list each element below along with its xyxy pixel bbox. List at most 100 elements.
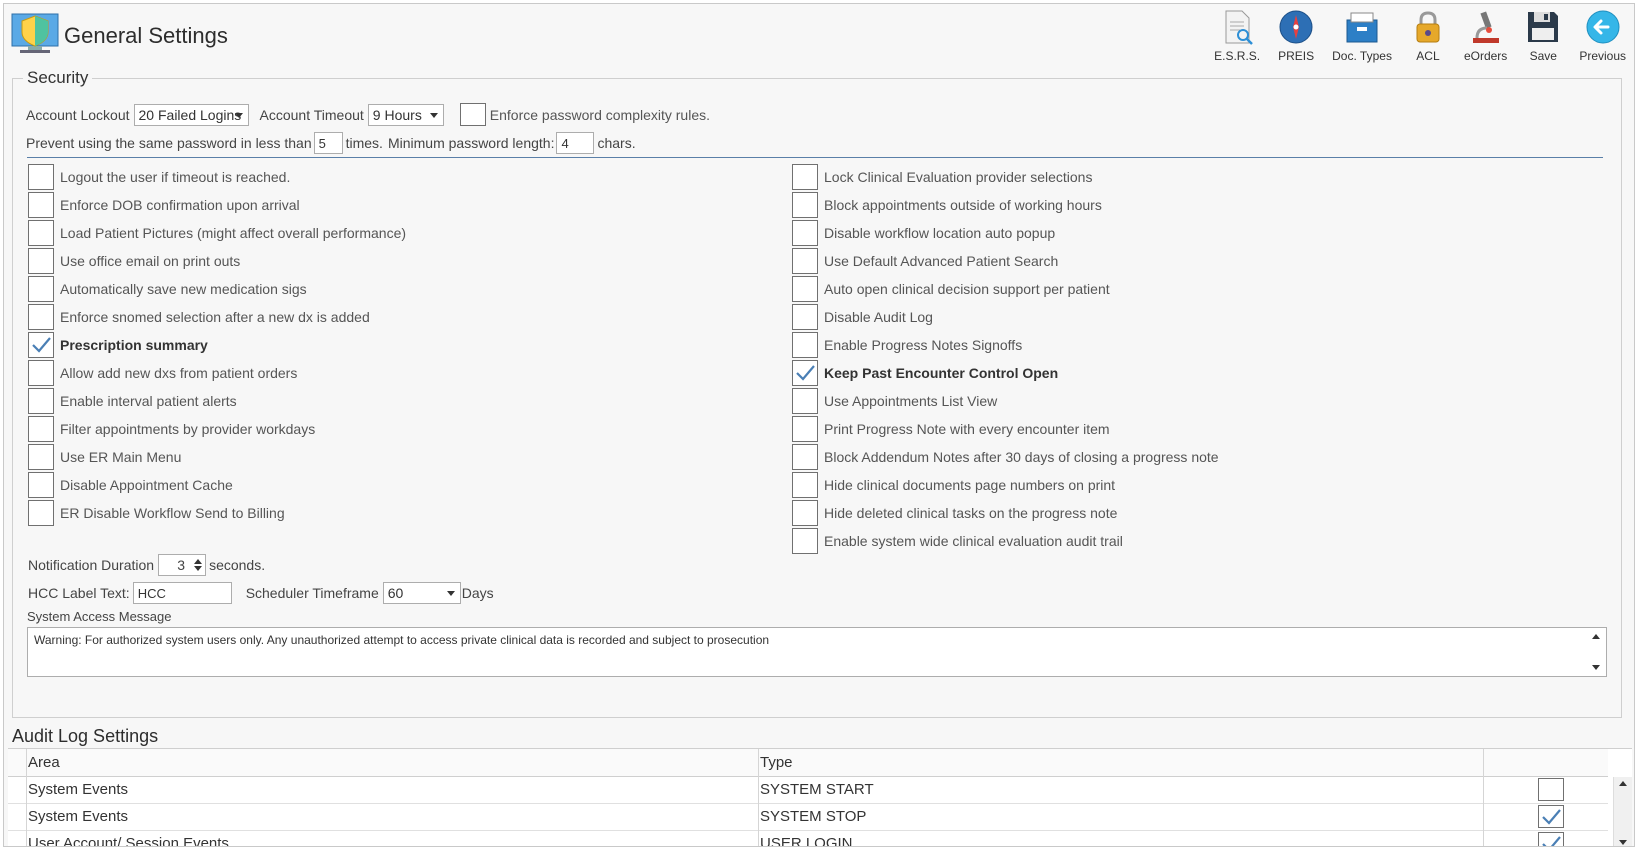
notification-duration-stepper[interactable]: 3 <box>158 554 207 576</box>
option-checkbox[interactable] <box>792 220 818 246</box>
chevron-down-icon[interactable] <box>194 566 203 571</box>
system-access-message-textarea[interactable]: Warning: For authorized system users onl… <box>27 627 1607 677</box>
option-checkbox[interactable] <box>28 276 54 302</box>
column-header-area[interactable]: Area <box>28 749 60 776</box>
option-right_options-4[interactable]: Auto open clinical decision support per … <box>792 276 1110 302</box>
option-checkbox[interactable] <box>792 276 818 302</box>
acl-button[interactable]: ACL <box>1408 8 1448 63</box>
seconds-label: seconds. <box>209 557 266 573</box>
option-left_options-11[interactable]: Disable Appointment Cache <box>28 472 233 498</box>
enforce-complexity-label: Enforce password complexity rules. <box>489 106 710 123</box>
option-checkbox[interactable] <box>28 500 54 526</box>
option-checkbox[interactable] <box>28 192 54 218</box>
row-checkbox[interactable] <box>1538 832 1564 846</box>
option-left_options-12[interactable]: ER Disable Workflow Send to Billing <box>28 500 285 526</box>
min-length-input[interactable] <box>556 132 595 154</box>
option-checkbox[interactable] <box>28 164 54 190</box>
option-right_options-13[interactable]: Enable system wide clinical evaluation a… <box>792 528 1123 554</box>
option-left_options-7[interactable]: Allow add new dxs from patient orders <box>28 360 297 386</box>
option-checkbox[interactable] <box>28 444 54 470</box>
option-checkbox[interactable] <box>792 164 818 190</box>
security-fieldset: Security Account Lockout 20 Failed Login… <box>12 68 1622 718</box>
table-row[interactable]: System Events SYSTEM START <box>8 776 1608 804</box>
option-right_options-5[interactable]: Disable Audit Log <box>792 304 933 330</box>
notification-duration-label: Notification Duration <box>28 557 155 573</box>
option-left_options-9[interactable]: Filter appointments by provider workdays <box>28 416 315 442</box>
option-label: Print Progress Note with every encounter… <box>824 421 1110 437</box>
eorders-button[interactable]: eOrders <box>1464 8 1507 63</box>
option-right_options-9[interactable]: Print Progress Note with every encounter… <box>792 416 1110 442</box>
option-checkbox[interactable] <box>28 332 54 358</box>
doc-types-button[interactable]: Doc. Types <box>1332 8 1392 63</box>
option-checkbox[interactable] <box>28 304 54 330</box>
option-left_options-1[interactable]: Enforce DOB confirmation upon arrival <box>28 192 300 218</box>
option-checkbox[interactable] <box>28 388 54 414</box>
option-label: Lock Clinical Evaluation provider select… <box>824 169 1093 185</box>
cell-area: System Events <box>28 781 129 798</box>
column-header-type[interactable]: Type <box>760 749 793 776</box>
account-lockout-select[interactable]: 20 Failed Logins <box>133 103 249 126</box>
option-checkbox[interactable] <box>792 192 818 218</box>
option-left_options-10[interactable]: Use ER Main Menu <box>28 444 181 470</box>
system-access-label: System Access Message <box>27 609 172 624</box>
option-checkbox[interactable] <box>792 416 818 442</box>
row-checkbox[interactable] <box>1538 778 1564 801</box>
option-right_options-10[interactable]: Block Addendum Notes after 30 days of cl… <box>792 444 1219 470</box>
enforce-complexity-checkbox[interactable] <box>459 103 486 126</box>
option-label: Enable Progress Notes Signoffs <box>824 337 1023 353</box>
scroll-up-icon[interactable] <box>1619 781 1627 786</box>
option-left_options-3[interactable]: Use office email on print outs <box>28 248 240 274</box>
option-left_options-6[interactable]: Prescription summary <box>28 332 208 358</box>
option-checkbox[interactable] <box>792 360 818 386</box>
system-access-message-text: Warning: For authorized system users onl… <box>34 633 770 647</box>
option-left_options-2[interactable]: Load Patient Pictures (might affect over… <box>28 220 406 246</box>
scroll-down-icon[interactable] <box>1619 840 1627 845</box>
save-button[interactable]: Save <box>1523 8 1563 63</box>
option-checkbox[interactable] <box>792 500 818 526</box>
preis-button[interactable]: PREIS <box>1276 8 1316 63</box>
option-checkbox[interactable] <box>28 248 54 274</box>
option-checkbox[interactable] <box>28 416 54 442</box>
option-right_options-11[interactable]: Hide clinical documents page numbers on … <box>792 472 1115 498</box>
document-search-icon <box>1225 10 1254 45</box>
option-left_options-4[interactable]: Automatically save new medication sigs <box>28 276 307 302</box>
option-checkbox[interactable] <box>792 248 818 274</box>
table-row[interactable]: User Account/ Session Events USER LOGIN <box>8 830 1608 846</box>
chevron-up-icon[interactable] <box>194 559 203 564</box>
option-checkbox[interactable] <box>28 220 54 246</box>
hcc-label-input[interactable] <box>132 582 232 604</box>
scroll-up-icon[interactable] <box>1592 634 1600 639</box>
option-left_options-8[interactable]: Enable interval patient alerts <box>28 388 237 414</box>
option-left_options-5[interactable]: Enforce snomed selection after a new dx … <box>28 304 370 330</box>
option-checkbox[interactable] <box>792 332 818 358</box>
option-checkbox[interactable] <box>792 472 818 498</box>
times-label: times. <box>345 135 383 151</box>
grid-scrollbar[interactable] <box>1613 777 1632 846</box>
option-right_options-3[interactable]: Use Default Advanced Patient Search <box>792 248 1058 274</box>
option-checkbox[interactable] <box>792 388 818 414</box>
prevent-reuse-input[interactable] <box>313 132 343 154</box>
option-checkbox[interactable] <box>28 472 54 498</box>
option-right_options-12[interactable]: Hide deleted clinical tasks on the progr… <box>792 500 1117 526</box>
previous-button[interactable]: Previous <box>1579 8 1626 63</box>
esrs-button[interactable]: E.S.R.S. <box>1214 8 1260 63</box>
option-right_options-2[interactable]: Disable workflow location auto popup <box>792 220 1055 246</box>
file-box-icon <box>1346 12 1378 43</box>
preis-label: PREIS <box>1278 49 1315 63</box>
option-right_options-6[interactable]: Enable Progress Notes Signoffs <box>792 332 1022 358</box>
option-right_options-1[interactable]: Block appointments outside of working ho… <box>792 192 1102 218</box>
option-checkbox[interactable] <box>792 528 818 554</box>
option-checkbox[interactable] <box>792 304 818 330</box>
option-checkbox[interactable] <box>28 360 54 386</box>
separator <box>27 157 1603 158</box>
scroll-down-icon[interactable] <box>1592 665 1600 670</box>
scheduler-timeframe-select[interactable]: 60 <box>382 582 461 604</box>
account-timeout-select[interactable]: 9 Hours <box>367 103 444 126</box>
option-right_options-7[interactable]: Keep Past Encounter Control Open <box>792 360 1058 386</box>
option-left_options-0[interactable]: Logout the user if timeout is reached. <box>28 164 290 190</box>
row-checkbox[interactable] <box>1538 805 1564 828</box>
option-checkbox[interactable] <box>792 444 818 470</box>
option-right_options-8[interactable]: Use Appointments List View <box>792 388 997 414</box>
option-right_options-0[interactable]: Lock Clinical Evaluation provider select… <box>792 164 1092 190</box>
table-row[interactable]: System Events SYSTEM STOP <box>8 803 1608 831</box>
